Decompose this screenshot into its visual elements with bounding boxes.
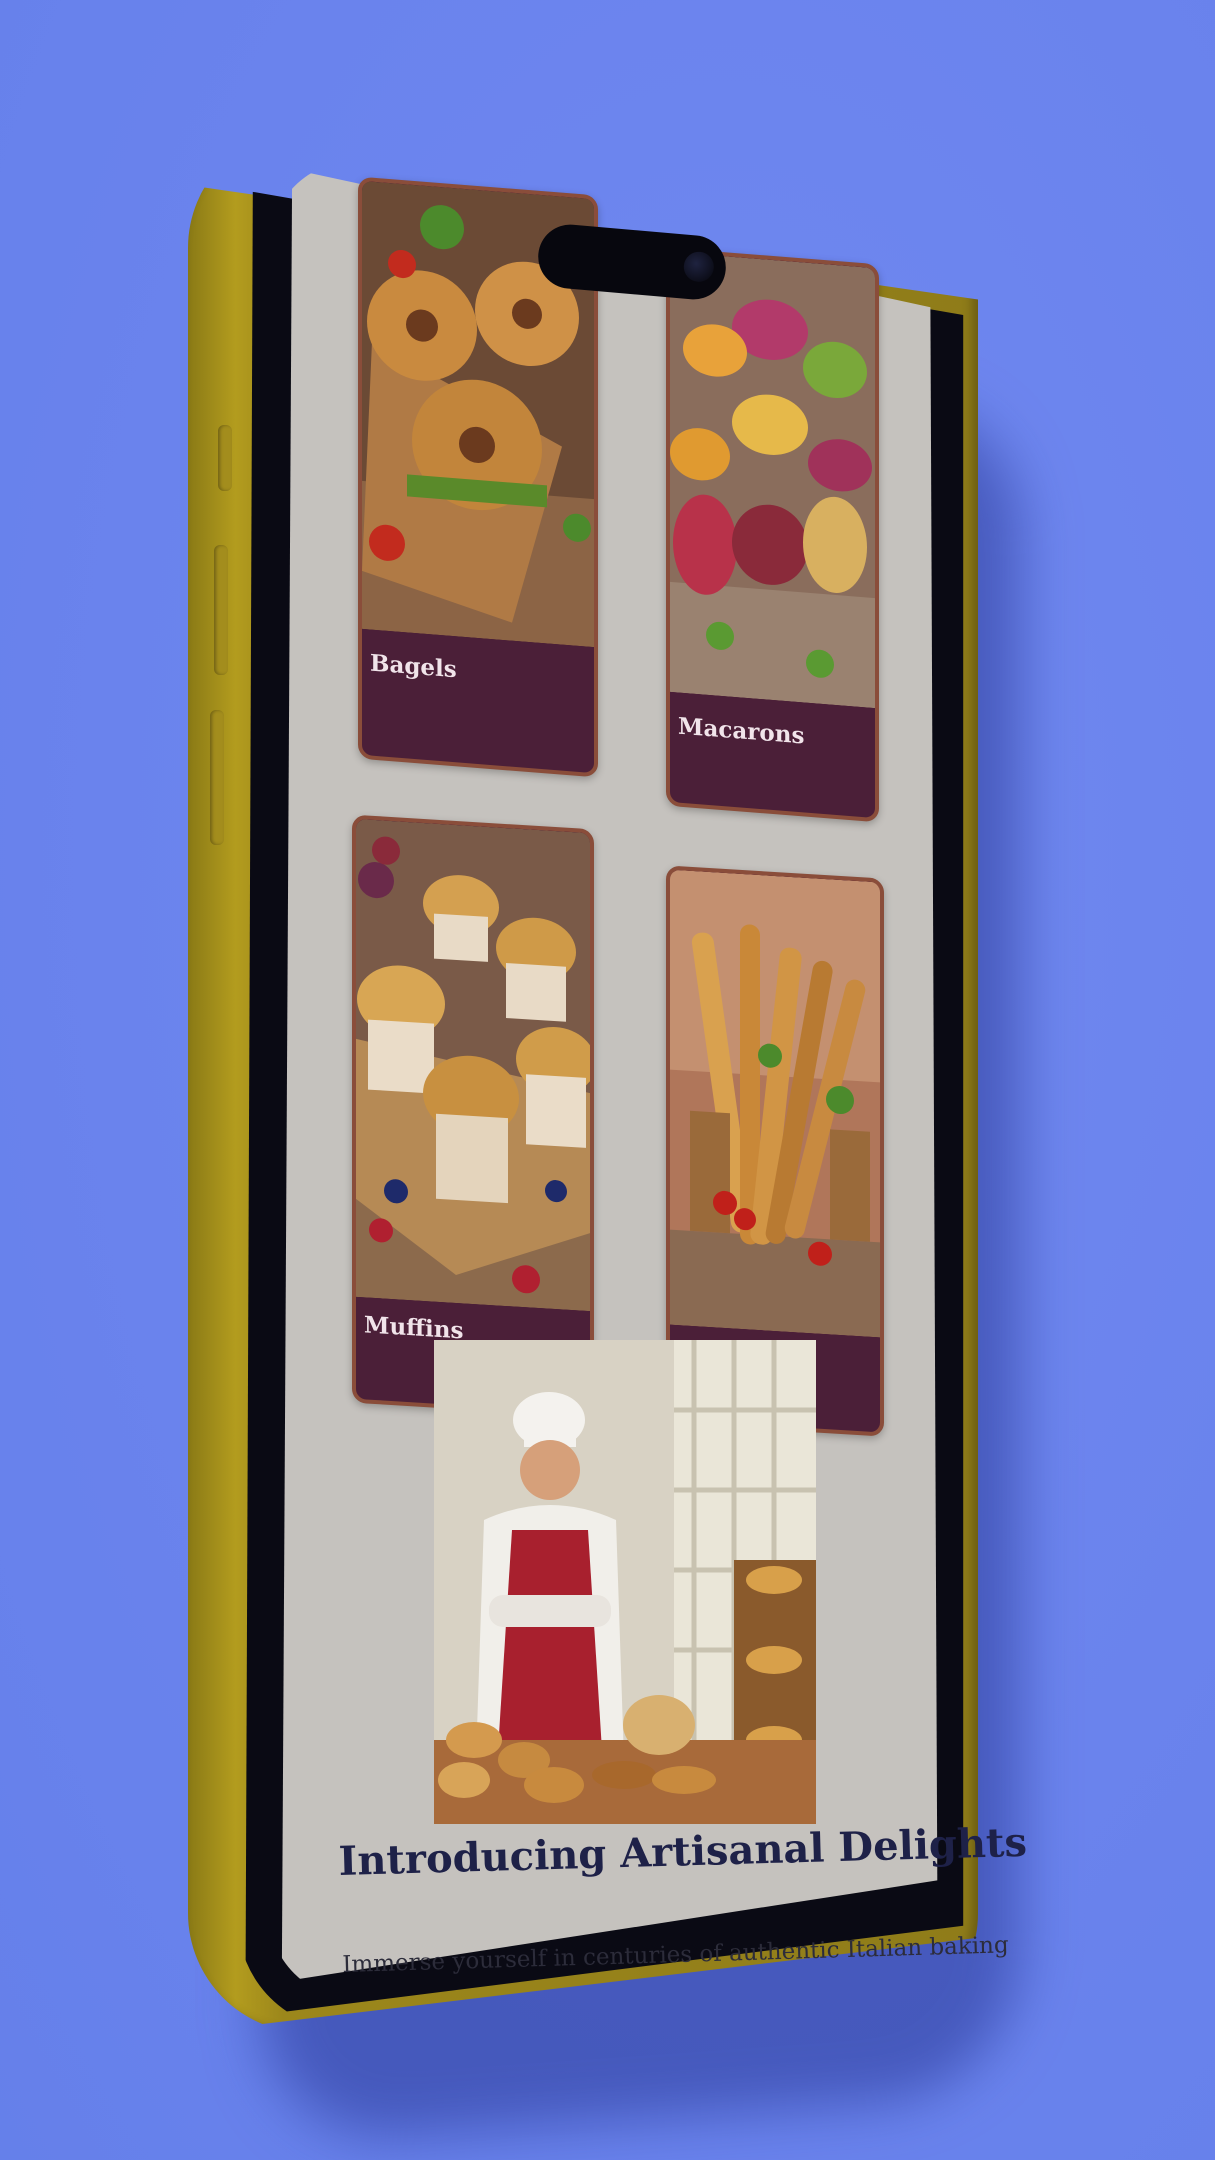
product-card-label: Macarons xyxy=(678,712,805,750)
product-card-label: Bagels xyxy=(370,649,457,684)
action-button xyxy=(218,425,232,491)
muffins-photo xyxy=(356,818,590,1312)
macarons-photo xyxy=(670,251,875,709)
front-camera-icon xyxy=(682,250,716,284)
product-card-macarons[interactable]: Macarons xyxy=(666,247,879,823)
volume-up-button xyxy=(214,545,228,675)
volume-down-button xyxy=(210,710,224,845)
baguettes-photo xyxy=(670,869,880,1338)
product-card-muffins[interactable]: Muffins xyxy=(352,814,594,1418)
mockup-stage: Bagels Macarons Muffins Introducing Arti… xyxy=(0,0,1215,2160)
chef-bakery-photo xyxy=(434,1340,816,1824)
